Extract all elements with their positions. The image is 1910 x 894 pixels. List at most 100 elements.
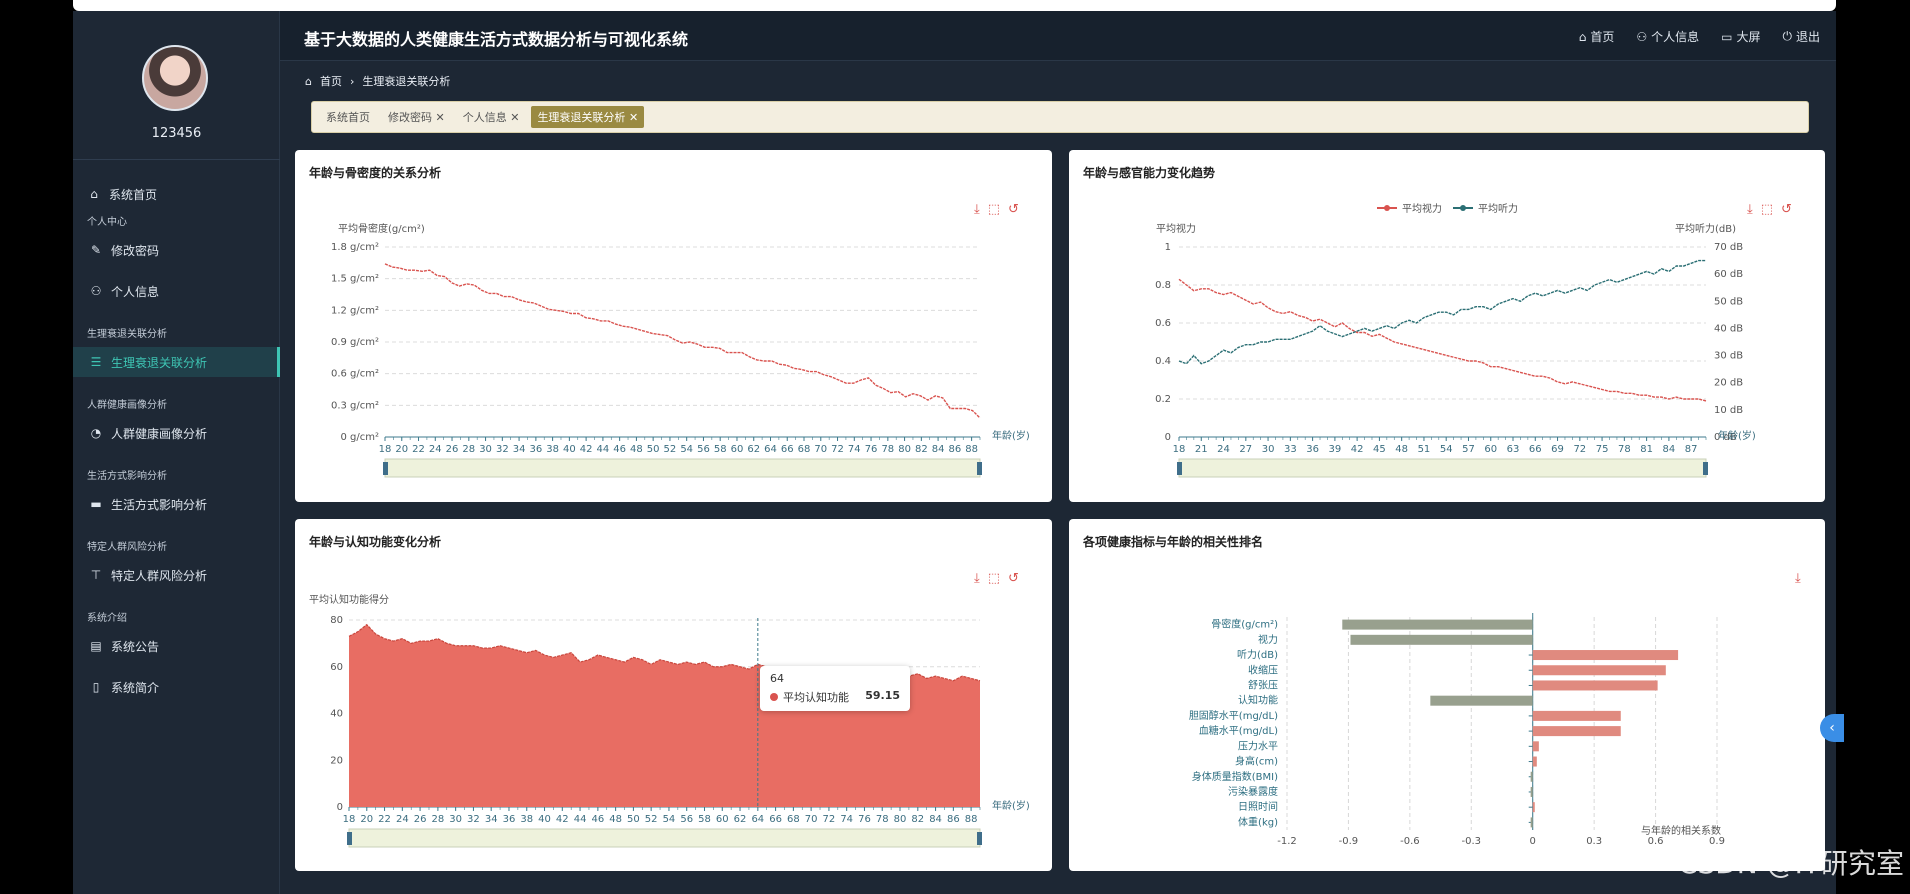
chevron-right-icon: › [349, 74, 355, 88]
page-title: 基于大数据的人类健康生活方式数据分析与可视化系统 [304, 30, 689, 49]
x-tick-label: 42 [580, 444, 593, 455]
x-tick-label: 86 [947, 814, 960, 825]
x-tick-label: 28 [432, 814, 445, 825]
x-tick-label: 36 [529, 444, 542, 455]
category-label: 血糖水平(mg/dL) [1199, 724, 1278, 737]
close-icon[interactable]: ✕ [436, 111, 445, 124]
x-tick-label: 68 [798, 444, 811, 455]
x-tick-label: 60 [716, 814, 729, 825]
bar [1530, 786, 1533, 797]
x-tick-label: 88 [965, 444, 978, 455]
y-tick-label-right: 10 dB [1714, 405, 1743, 416]
x-tick-label: 38 [546, 444, 559, 455]
series-line [384, 263, 981, 419]
tag-change-password-label: 修改密码 [388, 111, 432, 124]
sidebar-group-label: 系统介绍 [87, 613, 127, 624]
x-tick-label: 36 [503, 814, 516, 825]
sidebar-item-label: 系统公告 [111, 639, 160, 654]
avatar[interactable] [142, 45, 208, 111]
x-axis-label: 与年龄的相关系数 [1641, 824, 1721, 837]
x-tick-label: 75 [1596, 444, 1609, 455]
tag-home-label: 系统首页 [326, 111, 370, 124]
y-tick-label: 1.5 g/cm² [331, 274, 379, 285]
sidebar-group-label: 生理衰退关联分析 [87, 329, 167, 340]
y-tick-label: 0.6 g/cm² [331, 369, 379, 380]
x-tick-label: 22 [378, 814, 391, 825]
x-tick-label: 63 [1507, 444, 1520, 455]
close-icon[interactable]: ✕ [629, 111, 638, 124]
bar [1532, 756, 1537, 767]
x-tick-label: -1.2 [1277, 836, 1297, 847]
x-tick-label: 62 [747, 444, 760, 455]
tag-home[interactable]: 系统首页 [320, 106, 376, 128]
x-tick-label: 50 [647, 444, 660, 455]
sidebar-item[interactable]: ☰ 生理衰退关联分析 [73, 347, 280, 377]
bar [1430, 695, 1533, 706]
power-icon: ⏻ [1782, 29, 1792, 43]
sidebar-item[interactable]: ▤ 系统公告 [73, 631, 280, 661]
y-tick-label: 0.3 g/cm² [331, 400, 379, 411]
sidebar-item[interactable]: ⚇ 个人信息 [73, 276, 280, 306]
header-nav-bigscreen[interactable]: ▭ 大屏 [1721, 28, 1760, 45]
sidebar-item-label: 系统首页 [109, 187, 158, 202]
sidebar: 123456 ⌂ 系统首页 个人中心 ✎ 修改密码 ⚇ 个人信息 生理衰退关联分析 ☰ 生理衰退关… [73, 11, 280, 894]
x-tick-label: 66 [1529, 444, 1542, 455]
category-label: 视力 [1258, 633, 1278, 646]
zoom-handle-left [1177, 462, 1182, 475]
phone-icon: ▯ [92, 680, 100, 694]
header-nav-logout[interactable]: ⏻ 退出 [1782, 28, 1820, 45]
x-tick-label: 84 [932, 444, 945, 455]
tag-physio-decline[interactable]: 生理衰退关联分析 ✕ [531, 106, 645, 128]
x-axis-label: 年龄(岁) [992, 429, 1030, 442]
x-tick-label: 46 [591, 814, 604, 825]
x-tick-label: 22 [412, 444, 425, 455]
home-icon: ⌂ [305, 74, 312, 88]
x-tick-label: 78 [876, 814, 889, 825]
sidebar-item[interactable]: ⊤ 特定人群风险分析 [73, 560, 280, 590]
sidebar-item[interactable]: ⌂ 系统首页 [73, 179, 280, 209]
y-axis-label: 平均认知功能得分 [309, 593, 389, 606]
sidebar-item-label: 生活方式影响分析 [111, 497, 208, 512]
breadcrumb-home[interactable]: 首页 [320, 73, 342, 89]
x-tick-label: -0.6 [1400, 836, 1420, 847]
sidebar-item[interactable]: ▬ 生活方式影响分析 [73, 489, 280, 519]
header-nav-profile[interactable]: ⚇ 个人信息 [1636, 28, 1699, 45]
category-label: 听力(dB) [1237, 648, 1278, 661]
close-icon[interactable]: ✕ [510, 111, 519, 124]
y-tick-label: 60 [330, 662, 343, 673]
category-label: 骨密度(g/cm²) [1211, 618, 1278, 631]
collapse-handle[interactable]: ‹ [1820, 714, 1844, 742]
sidebar-item-label: 修改密码 [111, 243, 160, 258]
legend-label: 平均视力 [1402, 202, 1442, 215]
x-tick-label: 28 [462, 444, 475, 455]
x-tick-label: 64 [751, 814, 764, 825]
chart-card-correlation: 各项健康指标与年龄的相关性排名 ⤓ -1.2 -0.9 -0.6 -0.3 0 0.3 0.… [1069, 519, 1825, 871]
zoom-handle-left [383, 462, 388, 475]
x-tick-label: 74 [848, 444, 861, 455]
sidebar-item[interactable]: ◔ 人群健康画像分析 [73, 418, 280, 448]
tooltip-series-dot [770, 693, 778, 701]
legend-marker [1460, 205, 1466, 211]
x-tick-label: 18 [379, 444, 392, 455]
category-label: 体重(kg) [1238, 815, 1278, 828]
x-tick-label: 56 [697, 444, 710, 455]
sidebar-item[interactable]: ✎ 修改密码 [73, 235, 280, 265]
x-tick-label: 24 [429, 444, 442, 455]
header-nav-home[interactable]: ⌂ 首页 [1579, 28, 1615, 45]
tag-change-password[interactable]: 修改密码 ✕ [382, 106, 451, 128]
x-tick-label: 18 [1173, 444, 1186, 455]
x-tick-label: 40 [538, 814, 551, 825]
x-tick-label: 50 [627, 814, 640, 825]
y-tick-label-right: 20 dB [1714, 378, 1743, 389]
sidebar-item[interactable]: ▯ 系统简介 [73, 672, 280, 702]
x-tick-label: 39 [1329, 444, 1342, 455]
x-tick-label: 44 [574, 814, 587, 825]
y-tick-label-right: 30 dB [1714, 351, 1743, 362]
category-label: 污染暴露度 [1228, 785, 1278, 798]
x-tick-label: 20 [395, 444, 408, 455]
x-tick-label: 0.6 [1648, 836, 1664, 847]
tag-profile[interactable]: 个人信息 ✕ [457, 106, 526, 128]
y-tick-label: 0 [337, 802, 343, 813]
x-tick-label: 72 [1573, 444, 1586, 455]
category-label: 日照时间 [1238, 800, 1278, 813]
